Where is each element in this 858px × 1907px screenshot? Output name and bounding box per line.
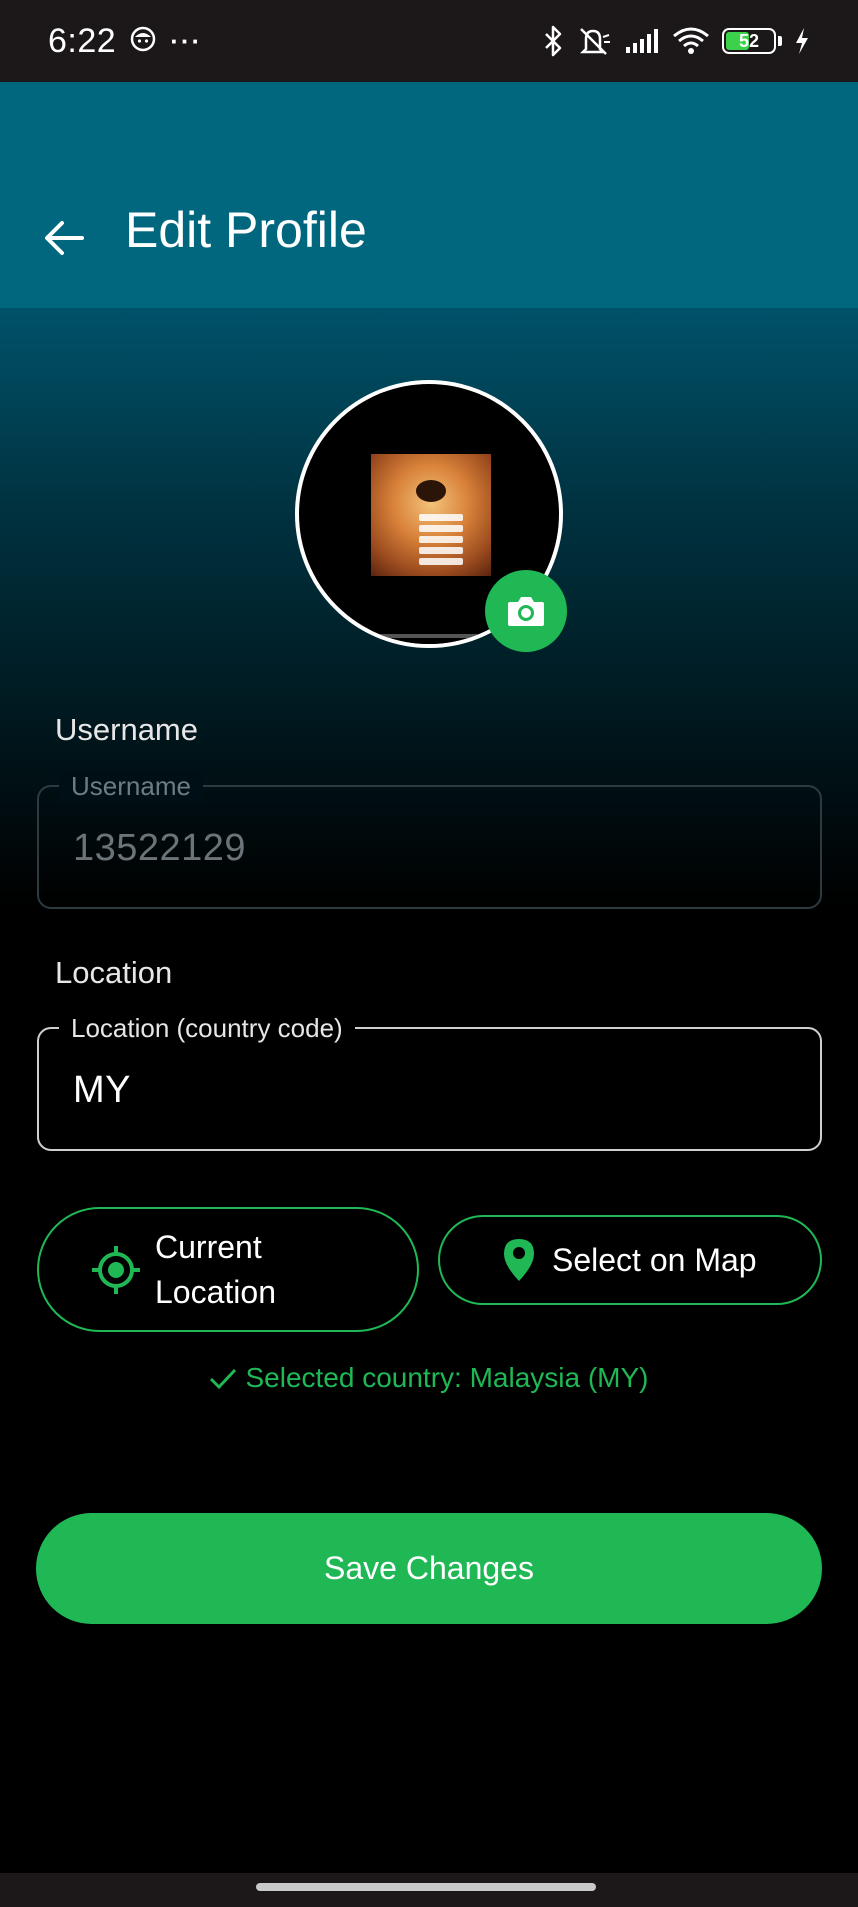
battery-cap bbox=[778, 36, 782, 46]
battery-level: 52 bbox=[738, 30, 760, 51]
wifi-icon bbox=[672, 26, 710, 56]
avatar-image bbox=[371, 392, 491, 644]
current-location-label: Current Location bbox=[155, 1228, 276, 1310]
status-left: 6:22 ··· bbox=[48, 22, 202, 61]
camera-icon bbox=[508, 597, 544, 626]
bluetooth-icon bbox=[542, 25, 564, 57]
status-time: 6:22 bbox=[48, 21, 117, 60]
selected-country-message: Selected country: Malaysia (MY) bbox=[0, 1362, 858, 1394]
location-field-label: Location (country code) bbox=[59, 1013, 355, 1043]
username-value: 13522129 bbox=[73, 827, 247, 869]
page-title: Edit Profile bbox=[125, 202, 367, 258]
avatar-photo-content bbox=[371, 454, 491, 576]
avatar-face-shape bbox=[416, 480, 446, 502]
battery-body: 52 bbox=[722, 28, 776, 54]
status-bar: 6:22 ··· 52 bbox=[0, 0, 858, 82]
username-section-label: Username bbox=[55, 712, 198, 747]
username-field[interactable]: Username 13522129 bbox=[37, 771, 822, 909]
app-bar bbox=[0, 82, 858, 308]
battery-icon: 52 bbox=[722, 28, 782, 54]
more-notifications-icon: ··· bbox=[170, 25, 203, 56]
gps-target-icon bbox=[92, 1245, 140, 1294]
signal-icon bbox=[624, 27, 660, 55]
avatar-container bbox=[295, 380, 567, 652]
avatar-photo-overlay bbox=[419, 514, 463, 569]
charging-icon bbox=[794, 27, 810, 55]
location-value: MY bbox=[73, 1069, 131, 1111]
map-pin-icon bbox=[504, 1239, 534, 1281]
check-icon bbox=[210, 1368, 237, 1390]
location-section-label: Location bbox=[55, 955, 173, 990]
username-field-label: Username bbox=[59, 771, 203, 801]
app-face-icon bbox=[130, 26, 156, 57]
status-right: 52 bbox=[542, 25, 810, 57]
change-photo-button[interactable] bbox=[485, 570, 567, 652]
arrow-left-icon bbox=[45, 221, 84, 255]
mute-icon bbox=[576, 25, 612, 57]
select-on-map-label: Select on Map bbox=[552, 1241, 757, 1278]
location-field[interactable]: Location (country code) MY bbox=[37, 1013, 822, 1151]
home-indicator[interactable] bbox=[256, 1883, 596, 1891]
selected-country-text: Selected country: Malaysia (MY) bbox=[245, 1362, 649, 1393]
save-changes-button[interactable]: Save Changes bbox=[36, 1513, 822, 1624]
select-on-map-button[interactable]: Select on Map bbox=[438, 1215, 822, 1305]
current-location-button[interactable]: Current Location bbox=[37, 1207, 419, 1332]
avatar-photo-strip bbox=[371, 634, 491, 638]
back-button[interactable] bbox=[36, 210, 92, 266]
save-changes-label: Save Changes bbox=[324, 1550, 534, 1586]
navigation-bar bbox=[0, 1873, 858, 1907]
